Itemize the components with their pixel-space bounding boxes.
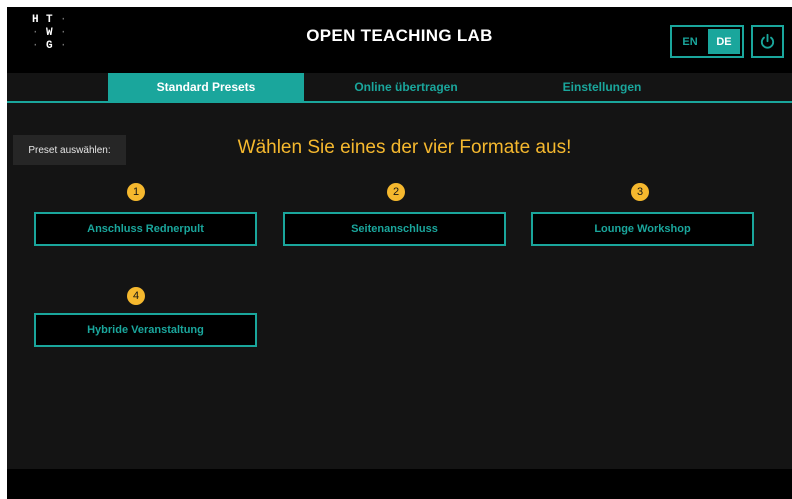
app-header: H T · · W · · G · OPEN TEACHING LAB EN D… bbox=[7, 7, 792, 73]
tab-einstellungen[interactable]: Einstellungen bbox=[504, 73, 700, 101]
power-button[interactable] bbox=[751, 25, 784, 58]
language-de-button[interactable]: DE bbox=[708, 29, 740, 54]
preset-number-badge-1: 1 bbox=[127, 183, 145, 201]
preset-number-badge-3: 3 bbox=[631, 183, 649, 201]
tab-standard-presets[interactable]: Standard Presets bbox=[108, 73, 304, 101]
tab-bar: Standard Presets Online übertragen Einst… bbox=[7, 73, 792, 103]
preset-button-seitenanschluss[interactable]: Seitenanschluss bbox=[283, 212, 506, 246]
language-en-button[interactable]: EN bbox=[674, 29, 706, 54]
preset-number-badge-4: 4 bbox=[127, 287, 145, 305]
preset-number-badge-2: 2 bbox=[387, 183, 405, 201]
page-headline: Wählen Sie eines der vier Formate aus! bbox=[237, 137, 572, 158]
footer-bar bbox=[7, 469, 792, 499]
app-window: H T · · W · · G · OPEN TEACHING LAB EN D… bbox=[7, 7, 792, 499]
tab-online-uebertragen[interactable]: Online übertragen bbox=[308, 73, 504, 101]
preset-button-anschluss-rednerpult[interactable]: Anschluss Rednerpult bbox=[34, 212, 257, 246]
preset-button-hybride-veranstaltung[interactable]: Hybride Veranstaltung bbox=[34, 313, 257, 347]
preset-button-lounge-workshop[interactable]: Lounge Workshop bbox=[531, 212, 754, 246]
language-switch: EN DE bbox=[670, 25, 744, 58]
power-icon bbox=[760, 33, 775, 49]
